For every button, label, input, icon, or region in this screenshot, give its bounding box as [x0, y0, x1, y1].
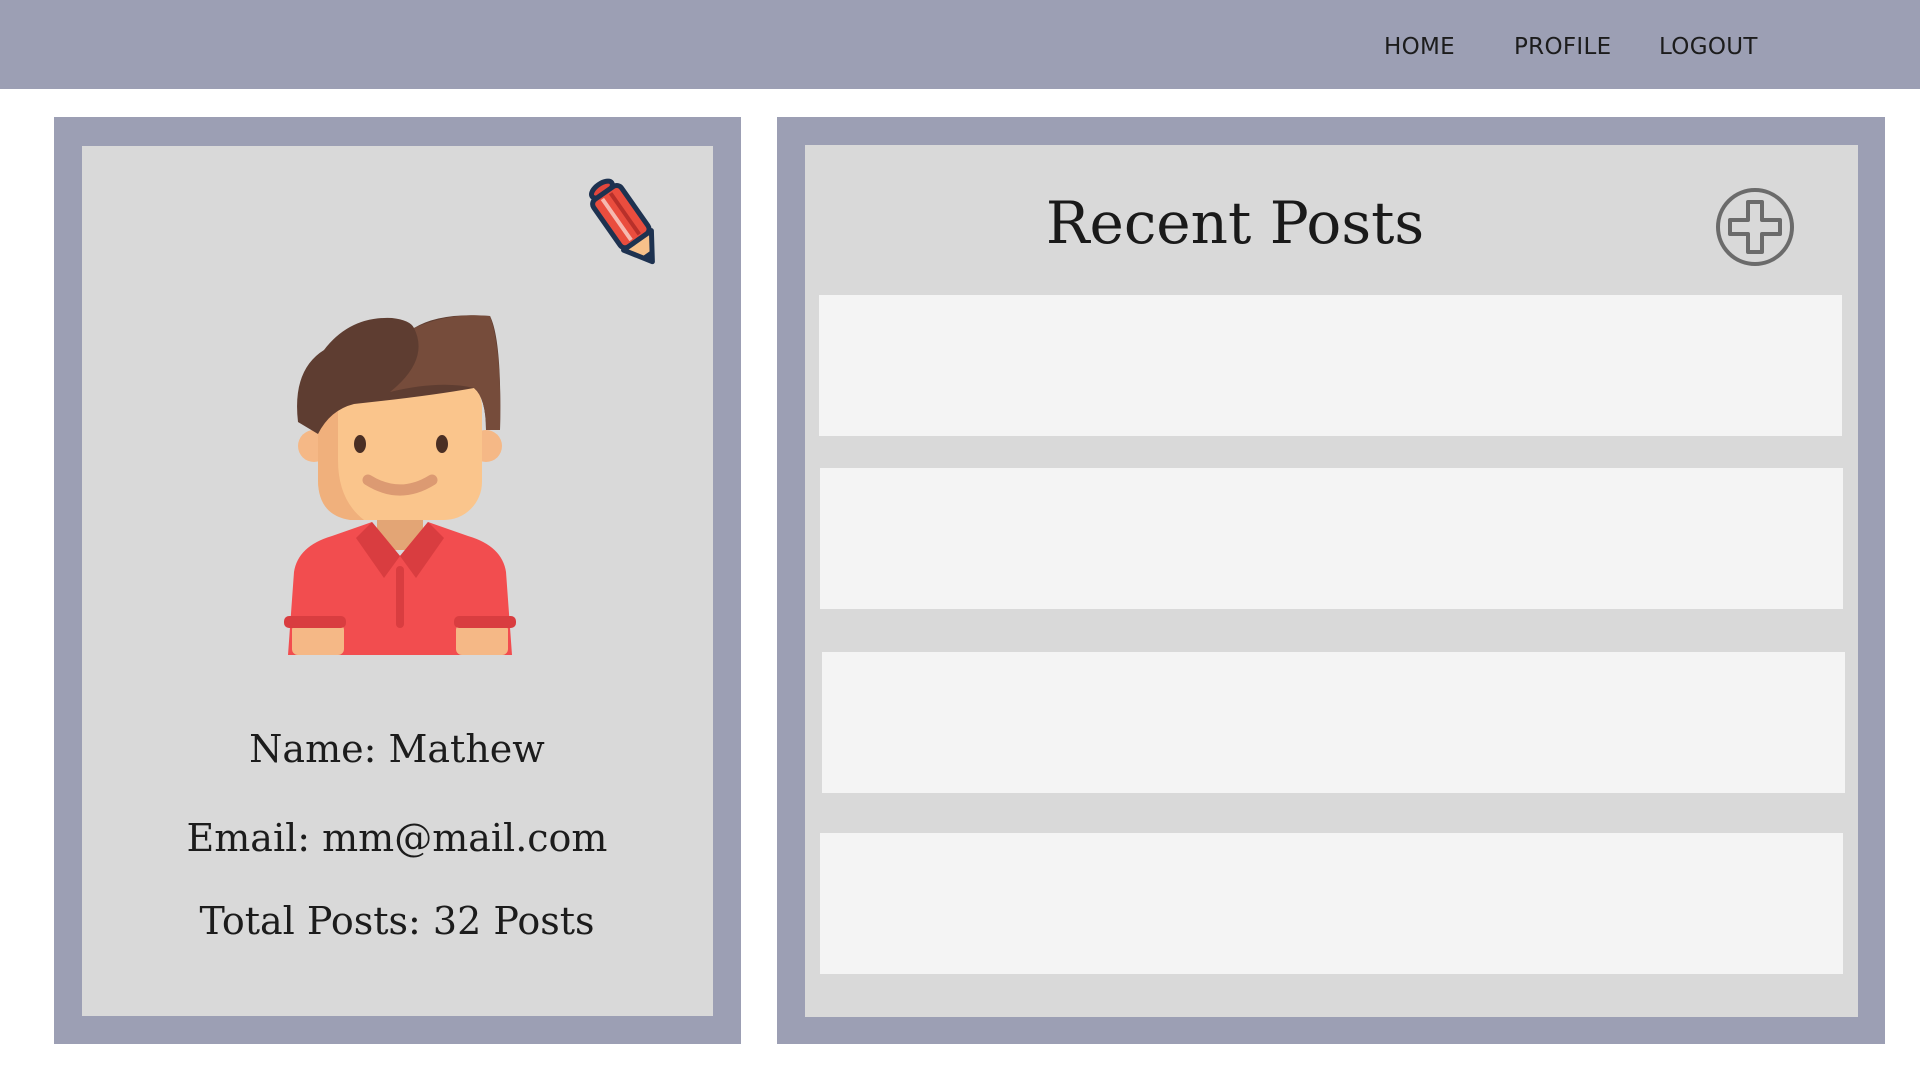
post-card[interactable]: [820, 833, 1843, 974]
post-card[interactable]: [822, 652, 1845, 793]
nav-profile-link[interactable]: PROFILE: [1514, 34, 1611, 60]
user-avatar: [280, 310, 520, 655]
profile-email: Email: mm@mail.com: [186, 816, 608, 860]
plus-circle-icon: [1716, 188, 1794, 266]
recent-posts-title: Recent Posts: [1045, 189, 1425, 257]
add-post-button[interactable]: [1714, 186, 1796, 268]
nav-home-link[interactable]: HOME: [1384, 34, 1455, 60]
top-navigation-bar: HOME PROFILE LOGOUT: [0, 0, 1920, 89]
post-card[interactable]: [819, 295, 1842, 436]
profile-total-posts: Total Posts: 32 Posts: [199, 899, 595, 943]
profile-name: Name: Mathew: [249, 727, 545, 771]
nav-logout-link[interactable]: LOGOUT: [1659, 34, 1758, 60]
edit-profile-button[interactable]: [576, 174, 676, 274]
pencil-icon: [588, 178, 655, 265]
post-card[interactable]: [820, 468, 1843, 609]
